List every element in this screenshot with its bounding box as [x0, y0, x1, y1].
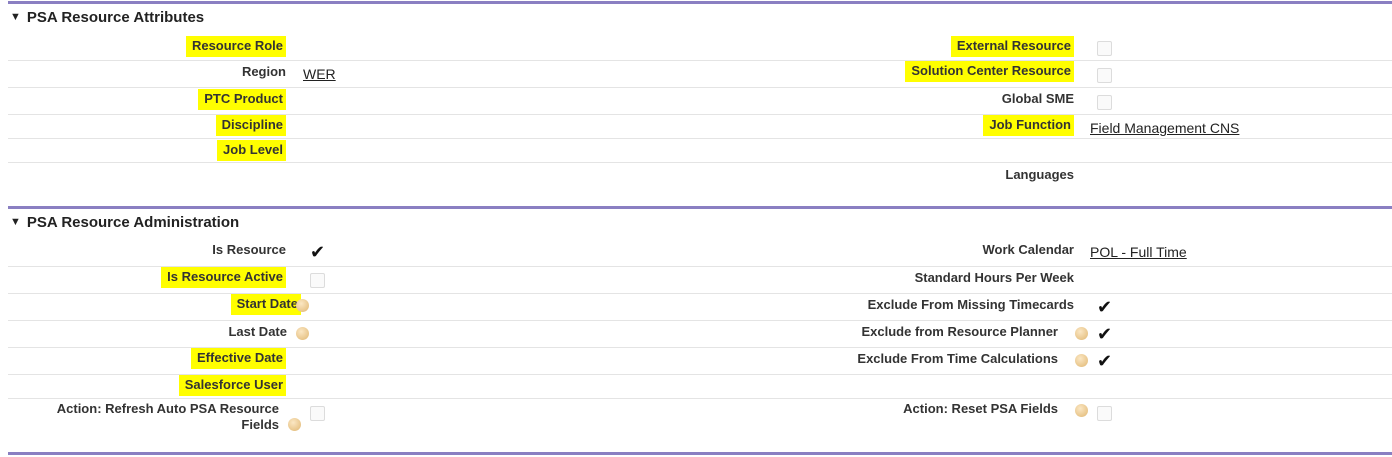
field-row: Discipline Job Function Field Management… — [8, 115, 1392, 139]
resource-role-label: Resource Role — [185, 36, 286, 57]
solution-center-resource-checkbox — [1097, 68, 1112, 83]
field-row: Resource Role External Resource — [8, 32, 1392, 61]
action-refresh-label: Action: Refresh Auto PSA Resource Fields — [56, 401, 279, 432]
section-header[interactable]: ▼ PSA Resource Administration — [10, 212, 239, 232]
psa-resource-attributes-section: ▼ PSA Resource Attributes Resource Role … — [0, 0, 1392, 200]
field-row: Is Resource ✔ Work Calendar POL - Full T… — [8, 238, 1392, 267]
field-row: Languages — [8, 163, 1392, 189]
work-calendar-value: POL - Full Time — [1090, 244, 1187, 260]
exclude-resource-planner-label: Exclude from Resource Planner — [861, 324, 1058, 339]
region-label: Region — [241, 64, 286, 79]
field-row: PTC Product Global SME — [8, 88, 1392, 115]
is-resource-active-checkbox — [310, 273, 325, 288]
standard-hours-label: Standard Hours Per Week — [914, 270, 1074, 285]
help-bubble-icon[interactable] — [288, 418, 301, 431]
action-reset-label: Action: Reset PSA Fields — [903, 401, 1058, 416]
field-row: Salesforce User — [8, 375, 1392, 399]
global-sme-checkbox — [1097, 95, 1112, 110]
languages-label: Languages — [1005, 167, 1074, 182]
section-title: PSA Resource Attributes — [26, 8, 205, 26]
job-function-link[interactable]: Field Management CNS — [1090, 120, 1239, 136]
job-function-value: Field Management CNS — [1090, 120, 1239, 136]
help-bubble-icon[interactable] — [1075, 404, 1088, 417]
is-resource-active-label: Is Resource Active — [161, 267, 286, 288]
action-reset-checkbox — [1097, 406, 1112, 421]
field-row: Region WER Solution Center Resource — [8, 61, 1392, 88]
section-bottom-divider — [8, 452, 1392, 455]
help-bubble-icon[interactable] — [1075, 327, 1088, 340]
job-function-label: Job Function — [983, 115, 1074, 136]
external-resource-label: External Resource — [950, 36, 1074, 57]
field-row: Start Date Exclude From Missing Timecard… — [8, 294, 1392, 321]
exclude-time-calculations-label: Exclude From Time Calculations — [857, 351, 1058, 366]
external-resource-checkbox — [1097, 41, 1112, 56]
work-calendar-label: Work Calendar — [982, 242, 1074, 257]
triangle-down-icon[interactable]: ▼ — [10, 216, 21, 228]
salesforce-user-label: Salesforce User — [178, 375, 286, 396]
section-divider — [8, 206, 1392, 209]
is-resource-label: Is Resource — [212, 242, 286, 257]
help-bubble-icon[interactable] — [296, 299, 309, 312]
field-row: Job Level — [8, 139, 1392, 163]
region-value: WER — [303, 66, 336, 82]
section-divider — [8, 1, 1392, 4]
checkmark-icon: ✔ — [1097, 297, 1113, 318]
ptc-product-label: PTC Product — [198, 89, 286, 110]
psa-resource-administration-section: ▼ PSA Resource Administration Is Resourc… — [0, 200, 1392, 457]
triangle-down-icon[interactable]: ▼ — [10, 11, 21, 23]
field-row: Is Resource Active Standard Hours Per We… — [8, 267, 1392, 294]
last-date-label: Last Date — [228, 324, 287, 339]
global-sme-label: Global SME — [1001, 91, 1074, 106]
checkmark-icon: ✔ — [1097, 324, 1113, 345]
work-calendar-link[interactable]: POL - Full Time — [1090, 244, 1187, 260]
region-link[interactable]: WER — [303, 66, 336, 82]
solution-center-resource-label: Solution Center Resource — [905, 61, 1074, 82]
help-bubble-icon[interactable] — [296, 327, 309, 340]
action-refresh-checkbox — [310, 406, 325, 421]
effective-date-label: Effective Date — [191, 348, 286, 369]
field-row: Last Date Exclude from Resource Planner … — [8, 321, 1392, 348]
field-row: Effective Date Exclude From Time Calcula… — [8, 348, 1392, 375]
field-row: Action: Refresh Auto PSA Resource Fields… — [8, 399, 1392, 439]
section-header[interactable]: ▼ PSA Resource Attributes — [10, 7, 204, 27]
checkmark-icon: ✔ — [1097, 351, 1113, 372]
checkmark-icon: ✔ — [310, 242, 326, 263]
start-date-label: Start Date — [230, 294, 301, 315]
start-date-text: Start Date — [236, 296, 298, 311]
help-bubble-icon[interactable] — [1075, 354, 1088, 367]
discipline-label: Discipline — [215, 115, 286, 136]
section-title: PSA Resource Administration — [26, 213, 240, 231]
job-level-label: Job Level — [217, 140, 286, 161]
exclude-missing-timecards-label: Exclude From Missing Timecards — [867, 297, 1074, 312]
